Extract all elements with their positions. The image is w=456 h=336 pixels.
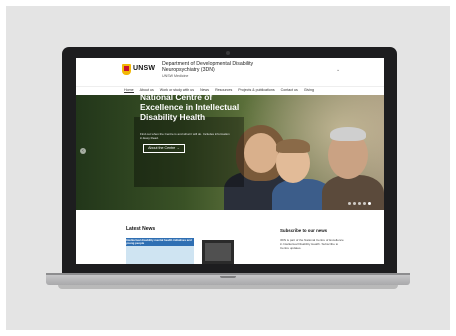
unsw-logo[interactable]: UNSW [122,64,156,78]
department-title[interactable]: Department of Developmental Disability N… [162,61,292,73]
site-header: UNSW Department of Developmental Disabil… [76,58,384,86]
nav-item-giving[interactable]: Giving [304,88,314,93]
carousel-prev-icon[interactable]: ‹ [80,148,86,154]
laptop-notch [220,276,236,278]
laptop-screen: UNSW Department of Developmental Disabil… [76,58,384,264]
hero-photo-person [276,139,310,153]
news-card-title[interactable]: Intellectual disability mental health in… [126,238,192,246]
about-centre-button[interactable]: About the Centre → [143,144,185,153]
logo-text: UNSW [133,65,156,72]
subscribe-text: 3DN is part of the National Centre of Ex… [280,238,344,250]
nav-item-contact[interactable]: Contact us [281,88,298,93]
camera-icon [226,51,230,55]
faculty-label: UNSW Medicine [162,74,189,78]
hero-photo-person [244,133,278,173]
hero-photo-person [330,127,366,141]
chevron-down-icon[interactable]: ⌄ [336,67,340,73]
carousel-dots[interactable] [348,202,371,205]
carousel-dot[interactable] [358,202,361,205]
hero-title: National Centre of Excellence in Intelle… [140,92,240,122]
laptop-hinge [46,273,410,275]
carousel-dot-active[interactable] [368,202,371,205]
news-thumbnail[interactable] [202,240,234,264]
laptop-shadow [58,285,398,289]
carousel-dot[interactable] [363,202,366,205]
crest-icon [122,64,131,75]
carousel-dot[interactable] [348,202,351,205]
hero-subtitle: Find out when the Centre is and what it … [140,132,230,140]
latest-news-heading: Latest News [126,226,156,232]
subscribe-heading: Subscribe to our news [280,228,328,233]
carousel-dot[interactable] [353,202,356,205]
nav-item-home[interactable]: Home [124,88,134,93]
